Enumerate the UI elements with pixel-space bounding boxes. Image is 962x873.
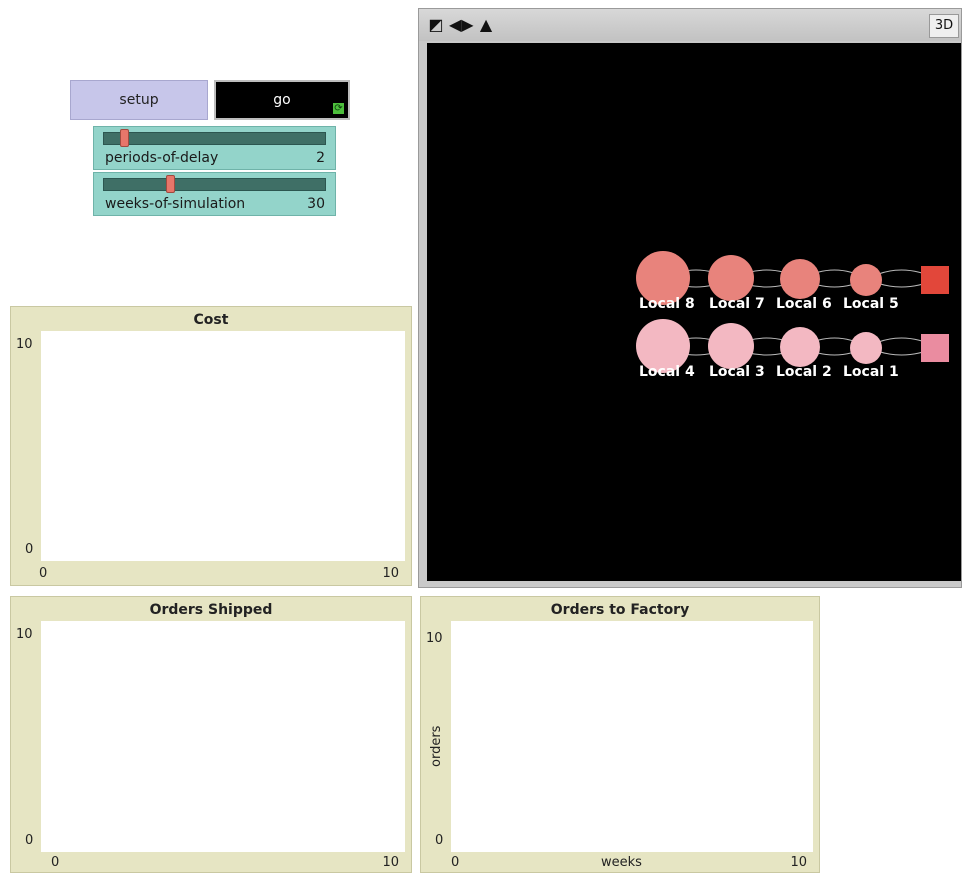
slider-track[interactable] xyxy=(103,132,326,145)
y-max-label: 10 xyxy=(16,627,33,642)
agent-label: Local 4 xyxy=(639,364,695,380)
orders-shipped-plot: Orders Shipped 10 0 0 10 xyxy=(10,596,412,873)
weeks-of-simulation-slider[interactable]: weeks-of-simulation 30 xyxy=(93,172,336,216)
local-7-node xyxy=(708,255,754,301)
plot-area xyxy=(41,331,405,561)
local-2-node xyxy=(780,327,820,367)
vertical-resize-icon[interactable]: ▲ xyxy=(477,16,495,34)
x-max-label: 10 xyxy=(382,855,399,870)
links-layer xyxy=(662,269,938,356)
go-button-label: go xyxy=(273,92,291,108)
factory-top xyxy=(921,266,949,294)
agent-label: Local 5 xyxy=(843,296,899,312)
plot-area xyxy=(451,621,813,852)
x-max-label: 10 xyxy=(790,855,807,870)
x-min-label: 0 xyxy=(51,855,60,870)
forever-icon: ⟳ xyxy=(333,103,344,114)
zoom-toggle-icon[interactable]: ◩ xyxy=(427,16,445,34)
y-max-label: 10 xyxy=(426,631,443,646)
setup-button[interactable]: setup xyxy=(70,80,208,120)
plot-title: Cost xyxy=(193,312,229,328)
local-6-node xyxy=(780,259,820,299)
orders-to-factory-plot: Orders to Factory 10 0 0 10 weeks orders xyxy=(420,596,820,873)
slider-thumb[interactable] xyxy=(120,129,129,147)
y-min-label: 0 xyxy=(25,833,34,848)
agent-label: Local 6 xyxy=(776,296,832,312)
agent-label: Local 1 xyxy=(843,364,899,380)
horizontal-resize-icon[interactable]: ◀▶ xyxy=(449,16,474,34)
agent-label: Local 2 xyxy=(776,364,832,380)
slider-label: periods-of-delay xyxy=(105,150,219,166)
local-5-node xyxy=(850,264,882,296)
3d-view-button[interactable]: 3D xyxy=(929,14,959,38)
plot-area xyxy=(41,621,405,852)
agent-label: Local 3 xyxy=(709,364,765,380)
world-view[interactable]: ◩ ◀▶ ▲ 3D Local 8 Local 7 Local 6 Local … xyxy=(418,8,962,588)
slider-thumb[interactable] xyxy=(166,175,175,193)
world-toolbar: ◩ ◀▶ ▲ 3D xyxy=(419,9,961,41)
x-min-label: 0 xyxy=(451,855,460,870)
setup-button-label: setup xyxy=(119,92,159,108)
y-min-label: 0 xyxy=(435,833,444,848)
slider-label: weeks-of-simulation xyxy=(105,196,246,212)
go-button[interactable]: go ⟳ xyxy=(214,80,350,120)
plot-title: Orders Shipped xyxy=(149,602,273,618)
slider-track[interactable] xyxy=(103,178,326,191)
plot-title: Orders to Factory xyxy=(550,602,690,618)
slider-value: 30 xyxy=(307,196,325,212)
y-max-label: 10 xyxy=(16,337,33,352)
agent-label: Local 7 xyxy=(709,296,765,312)
slider-value: 2 xyxy=(316,150,325,166)
periods-of-delay-slider[interactable]: periods-of-delay 2 xyxy=(93,126,336,170)
x-max-label: 10 xyxy=(382,566,399,581)
cost-plot: Cost 10 0 0 10 xyxy=(10,306,412,586)
factory-bottom xyxy=(921,334,949,362)
local-3-node xyxy=(708,323,754,369)
agent-label: Local 8 xyxy=(639,296,695,312)
y-axis-label: orders xyxy=(429,725,444,767)
y-min-label: 0 xyxy=(25,542,34,557)
x-min-label: 0 xyxy=(39,566,48,581)
local-1-node xyxy=(850,332,882,364)
world-canvas[interactable]: Local 8 Local 7 Local 6 Local 5 Local 4 … xyxy=(427,43,961,581)
x-axis-label: weeks xyxy=(601,855,642,870)
